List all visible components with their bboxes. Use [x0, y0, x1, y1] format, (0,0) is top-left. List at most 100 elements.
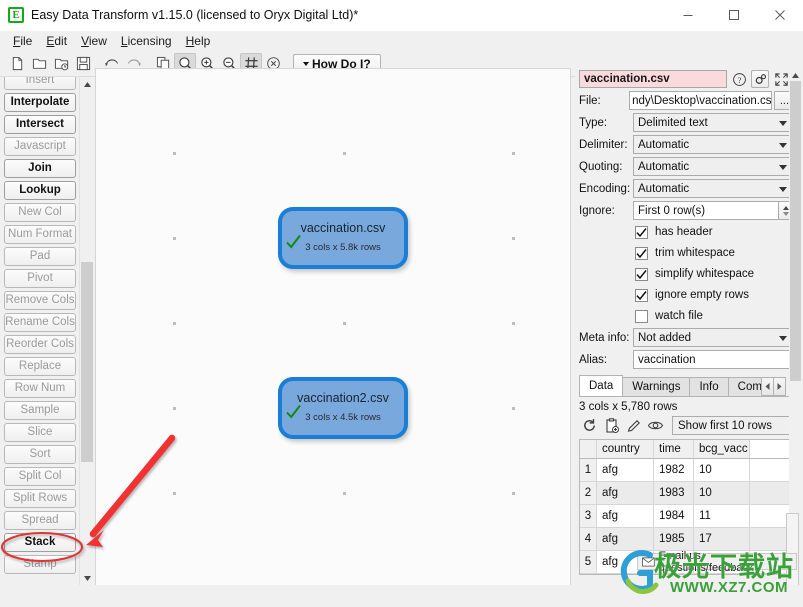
property-row-ignore: Ignore:First 0 row(s) — [579, 201, 793, 220]
table-cell-country[interactable]: afg — [597, 482, 654, 505]
dataset-node[interactable]: vaccination2.csv3 cols x 4.5k rows — [278, 377, 408, 439]
refresh-icon[interactable] — [579, 416, 600, 435]
dataset-name-field[interactable]: vaccination.csv — [579, 70, 727, 88]
edit-icon[interactable] — [623, 416, 644, 435]
maximize-button[interactable] — [711, 0, 757, 31]
checkbox-simplify-whitespace[interactable] — [635, 268, 648, 281]
spinner-up-icon[interactable] — [783, 206, 789, 210]
sidebar-scrollbar[interactable] — [79, 77, 93, 585]
table-column-header[interactable]: time — [654, 440, 694, 459]
transform-button-interpolate[interactable]: Interpolate — [4, 93, 76, 112]
table-cell-time[interactable]: 1985 — [654, 528, 694, 551]
transform-button-intersect[interactable]: Intersect — [4, 115, 76, 134]
transform-button-split-rows: Split Rows — [4, 489, 76, 508]
property-label-type: Type: — [579, 117, 633, 129]
dataset-node-dimensions: 3 cols x 4.5k rows — [305, 412, 381, 423]
property-label-delimiter: Delimiter: — [579, 139, 633, 151]
property-select-quoting[interactable]: Automatic — [633, 157, 793, 176]
meta-info-label: Meta info: — [579, 332, 633, 344]
sidebar-scroll-up-button[interactable] — [80, 77, 94, 91]
tab-warnings[interactable]: Warnings — [622, 377, 690, 396]
sidebar-scroll-track-bottom[interactable] — [81, 462, 93, 571]
property-select-encoding[interactable]: Automatic — [633, 179, 793, 198]
table-row[interactable]: 4afg198517 — [580, 528, 792, 551]
save-icon[interactable] — [72, 53, 94, 75]
copy-to-clipboard-icon[interactable] — [601, 416, 622, 435]
properties-header: vaccination.csv ? — [579, 70, 793, 88]
new-icon[interactable] — [6, 53, 28, 75]
show-rows-select[interactable]: Show first 10 rows — [672, 416, 793, 435]
property-select-type[interactable]: Delimited text — [633, 113, 793, 132]
table-cell-country[interactable]: afg — [597, 528, 654, 551]
property-input-ignore[interactable]: First 0 row(s) — [633, 201, 793, 220]
show-rows-value: Show first 10 rows — [678, 420, 772, 432]
dataset-node-name: vaccination.csv — [301, 221, 386, 235]
sidebar-scroll-down-button[interactable] — [80, 571, 94, 585]
menu-edit[interactable]: Edit — [39, 33, 74, 49]
meta-info-select[interactable]: Not added — [633, 328, 793, 347]
chevron-down-icon — [779, 165, 787, 170]
table-cell-bcg_vacc[interactable]: 17 — [694, 528, 750, 551]
sidebar-scroll-thumb[interactable] — [81, 262, 93, 462]
checkbox-label-simplify-whitespace: simplify whitespace — [655, 268, 754, 280]
transform-button-join[interactable]: Join — [4, 159, 76, 178]
property-row-quoting: Quoting:Automatic — [579, 157, 793, 176]
menu-licensing[interactable]: Licensing — [114, 33, 179, 49]
alias-input[interactable]: vaccination — [633, 350, 793, 369]
table-cell-bcg_vacc[interactable]: 10 — [694, 459, 750, 482]
table-cell-bcg_vacc[interactable]: 11 — [694, 505, 750, 528]
canvas-grid-dot — [343, 152, 346, 155]
email-feedback-button[interactable]: Email us questions/feedback — [637, 553, 797, 570]
menu-help[interactable]: Help — [179, 33, 218, 49]
tab-data[interactable]: Data — [579, 375, 623, 396]
expand-icon[interactable] — [772, 70, 790, 88]
dataset-node[interactable]: vaccination.csv3 cols x 5.8k rows — [278, 207, 408, 269]
tabs-scroll-right-button[interactable] — [773, 377, 786, 396]
preview-eye-icon[interactable] — [645, 416, 666, 435]
checkbox-has-header[interactable] — [635, 226, 648, 239]
sidebar-scroll-track-top[interactable] — [81, 91, 93, 262]
minimize-button[interactable] — [665, 0, 711, 31]
checkbox-ignore-empty-rows[interactable] — [635, 289, 648, 302]
table-row-index: 2 — [580, 482, 597, 505]
transform-button-stack[interactable]: Stack — [4, 533, 76, 552]
table-cell-country[interactable]: afg — [597, 459, 654, 482]
workflow-canvas[interactable]: vaccination.csv3 cols x 5.8k rowsvaccina… — [96, 69, 570, 587]
properties-scroll-up-button[interactable] — [789, 68, 802, 82]
transform-button-new-col: New Col — [4, 203, 76, 222]
tab-com[interactable]: Com — [728, 377, 762, 396]
table-column-header[interactable]: country — [597, 440, 654, 459]
spinner-down-icon[interactable] — [783, 212, 789, 216]
table-cell-country[interactable]: afg — [597, 505, 654, 528]
transform-button-remove-cols: Remove Cols — [4, 291, 76, 310]
chevron-left-icon — [764, 382, 771, 391]
transform-button-lookup[interactable]: Lookup — [4, 181, 76, 200]
open-icon[interactable] — [28, 53, 50, 75]
properties-scrollbar[interactable] — [789, 68, 802, 588]
close-button[interactable] — [757, 0, 803, 31]
table-row-filler — [750, 482, 792, 505]
table-cell-time[interactable]: 1984 — [654, 505, 694, 528]
table-column-header[interactable]: bcg_vacc — [694, 440, 750, 459]
help-icon[interactable]: ? — [730, 70, 748, 88]
tab-info[interactable]: Info — [689, 377, 728, 396]
property-input-file[interactable]: ndy\Desktop\vaccination.csv — [629, 91, 772, 110]
table-row[interactable]: 1afg198210 — [580, 459, 792, 482]
table-cell-time[interactable]: 1983 — [654, 482, 694, 505]
menu-view[interactable]: View — [74, 33, 114, 49]
properties-scroll-thumb[interactable] — [790, 81, 801, 381]
table-cell-time[interactable]: 1982 — [654, 459, 694, 482]
open-recent-icon[interactable] — [50, 53, 72, 75]
transform-button-replace: Replace — [4, 357, 76, 376]
menu-file[interactable]: File — [6, 33, 39, 49]
table-row[interactable]: 2afg198310 — [580, 482, 792, 505]
property-label-ignore: Ignore: — [579, 205, 633, 217]
checkbox-watch-file[interactable] — [635, 310, 648, 323]
table-row[interactable]: 3afg198411 — [580, 505, 792, 528]
checkbox-trim-whitespace[interactable] — [635, 247, 648, 260]
workflow-canvas-container[interactable]: vaccination.csv3 cols x 5.8k rowsvaccina… — [95, 68, 571, 588]
gear-icon[interactable] — [751, 70, 769, 88]
transform-button-sample: Sample — [4, 401, 76, 420]
property-select-delimiter[interactable]: Automatic — [633, 135, 793, 154]
table-cell-bcg_vacc[interactable]: 10 — [694, 482, 750, 505]
